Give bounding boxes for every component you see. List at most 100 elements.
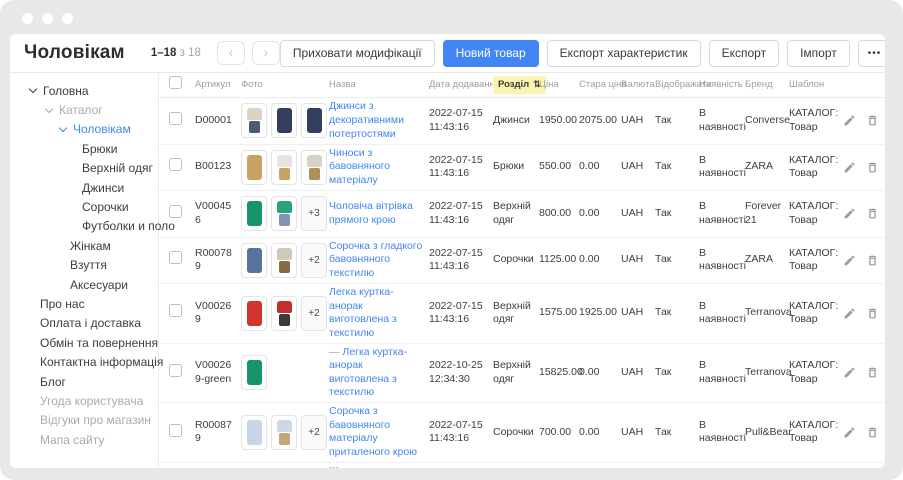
garment-shape bbox=[277, 108, 292, 133]
product-link[interactable]: Чоловіча вітрівка прямого крою bbox=[329, 200, 413, 226]
column-header[interactable]: Ціна bbox=[539, 79, 579, 91]
row-checkbox[interactable] bbox=[169, 158, 182, 171]
row-checkbox[interactable] bbox=[169, 205, 182, 218]
column-header[interactable]: Назва bbox=[329, 79, 429, 91]
product-photo[interactable] bbox=[271, 243, 297, 278]
select-all-checkbox[interactable] bbox=[169, 76, 182, 89]
row-checkbox[interactable] bbox=[169, 251, 182, 264]
more-photos-badge[interactable]: +2 bbox=[301, 296, 327, 331]
pencil-icon[interactable] bbox=[843, 114, 856, 127]
sidebar-item-8[interactable]: Жінкам bbox=[10, 236, 158, 255]
window-minimize-button[interactable] bbox=[42, 13, 53, 24]
product-photo[interactable] bbox=[241, 296, 267, 331]
trash-icon[interactable] bbox=[866, 426, 879, 439]
sidebar-item-11[interactable]: Про нас bbox=[10, 294, 158, 313]
pencil-icon[interactable] bbox=[843, 161, 856, 174]
product-photo[interactable] bbox=[301, 150, 327, 185]
product-link[interactable]: Чиноси з бавовняного матеріалу bbox=[329, 147, 390, 186]
product-photo[interactable] bbox=[271, 103, 297, 138]
sidebar-item-7[interactable]: Футболки и поло bbox=[10, 217, 158, 236]
trash-icon[interactable] bbox=[866, 254, 879, 267]
row-checkbox[interactable] bbox=[169, 112, 182, 125]
column-header[interactable]: Розділ⇅ bbox=[493, 76, 539, 94]
garment-shape bbox=[247, 360, 262, 385]
sidebar-item-1[interactable]: Каталог bbox=[10, 100, 158, 119]
window-maximize-button[interactable] bbox=[62, 13, 73, 24]
row-checkbox-cell bbox=[169, 364, 195, 382]
column-header[interactable]: Артикул bbox=[195, 79, 241, 91]
product-link[interactable]: Штани з бавовняного матеріалу прямого кр… bbox=[329, 465, 420, 468]
pencil-icon[interactable] bbox=[843, 366, 856, 379]
sidebar-item-18[interactable]: Мапа сайту bbox=[10, 430, 158, 449]
pagination-info: 1–18 з 18 bbox=[151, 47, 201, 59]
column-header[interactable]: Шаблон bbox=[789, 79, 843, 91]
row-checkbox[interactable] bbox=[169, 364, 182, 377]
sidebar-item-10[interactable]: Аксесуари bbox=[10, 275, 158, 294]
sidebar-item-9[interactable]: Взуття bbox=[10, 256, 158, 275]
column-header[interactable]: Наявність bbox=[699, 79, 745, 91]
new-product-button[interactable]: Новий товар bbox=[443, 40, 539, 67]
product-link[interactable]: Легка куртка-анорак виготовлена з тексти… bbox=[329, 286, 397, 339]
row-checkbox[interactable] bbox=[169, 304, 182, 317]
prev-page-button[interactable]: ‹ bbox=[217, 41, 245, 65]
sidebar-item-0[interactable]: Головна bbox=[10, 81, 158, 100]
trash-icon[interactable] bbox=[866, 307, 879, 320]
sidebar-item-15[interactable]: Блог bbox=[10, 372, 158, 391]
photos-cell: +3 bbox=[241, 196, 329, 231]
product-photo[interactable] bbox=[241, 150, 267, 185]
product-photo[interactable] bbox=[241, 196, 267, 231]
trash-icon[interactable] bbox=[866, 114, 879, 127]
hide-modifications-button[interactable]: Приховати модифікації bbox=[280, 40, 435, 67]
product-photo[interactable] bbox=[271, 415, 297, 450]
sidebar-item-2[interactable]: Чоловікам bbox=[10, 120, 158, 139]
table-body: D00001Джинси з декоративними потертостям… bbox=[159, 98, 885, 468]
product-photo[interactable] bbox=[241, 243, 267, 278]
pencil-icon[interactable] bbox=[843, 254, 856, 267]
sidebar-item-4[interactable]: Верхній одяг bbox=[10, 159, 158, 178]
column-header[interactable]: Валюта bbox=[621, 79, 655, 91]
trash-icon[interactable] bbox=[866, 366, 879, 379]
product-photo[interactable] bbox=[271, 150, 297, 185]
template-cell: КАТАЛОГ: Товар bbox=[789, 107, 843, 134]
column-header[interactable]: Фото bbox=[241, 79, 329, 91]
sidebar-item-12[interactable]: Оплата і доставка bbox=[10, 314, 158, 333]
product-link[interactable]: Джинси з декоративними потертостями bbox=[329, 100, 404, 139]
product-photo[interactable] bbox=[301, 103, 327, 138]
window-close-button[interactable] bbox=[22, 13, 33, 24]
sidebar-item-3[interactable]: Брюки bbox=[10, 139, 158, 158]
product-link[interactable]: Сорочка з бавовняного матеріалу притален… bbox=[329, 405, 417, 458]
sidebar-item-6[interactable]: Сорочки bbox=[10, 197, 158, 216]
column-header[interactable]: Бренд bbox=[745, 79, 789, 91]
column-header[interactable]: Дата додавання bbox=[429, 79, 493, 91]
product-photo[interactable] bbox=[241, 103, 267, 138]
product-photo[interactable] bbox=[241, 415, 267, 450]
name-cell: Сорочка з гладкого бавовняного текстилю bbox=[329, 240, 429, 281]
column-header[interactable]: Стара ціна bbox=[579, 79, 621, 91]
column-header-label: Стара ціна bbox=[579, 79, 627, 91]
product-photo[interactable] bbox=[241, 355, 267, 390]
import-button[interactable]: Імпорт bbox=[787, 40, 850, 67]
next-page-button[interactable]: › bbox=[252, 41, 280, 65]
pencil-icon[interactable] bbox=[843, 307, 856, 320]
more-photos-badge[interactable]: +2 bbox=[301, 243, 327, 278]
product-link[interactable]: Сорочка з гладкого бавовняного текстилю bbox=[329, 240, 422, 279]
sidebar-item-16[interactable]: Угода користувача bbox=[10, 391, 158, 410]
export-button[interactable]: Експорт bbox=[709, 40, 779, 67]
pencil-icon[interactable] bbox=[843, 207, 856, 220]
row-checkbox[interactable] bbox=[169, 424, 182, 437]
more-photos-badge[interactable]: +3 bbox=[301, 196, 327, 231]
sidebar-item-label: Обмін та повернення bbox=[40, 336, 158, 350]
more-photos-badge[interactable]: +2 bbox=[301, 415, 327, 450]
trash-icon[interactable] bbox=[866, 161, 879, 174]
sidebar-item-13[interactable]: Обмін та повернення bbox=[10, 333, 158, 352]
trash-icon[interactable] bbox=[866, 207, 879, 220]
sidebar-item-17[interactable]: Відгуки про магазин bbox=[10, 411, 158, 430]
column-header[interactable]: Відображати bbox=[655, 79, 699, 91]
more-actions-button[interactable]: ••• bbox=[858, 40, 885, 67]
product-photo[interactable] bbox=[271, 196, 297, 231]
product-photo[interactable] bbox=[271, 296, 297, 331]
sidebar-item-14[interactable]: Контактна інформація bbox=[10, 352, 158, 371]
export-characteristics-button[interactable]: Експорт характеристик bbox=[547, 40, 701, 67]
sidebar-item-5[interactable]: Джинси bbox=[10, 178, 158, 197]
pencil-icon[interactable] bbox=[843, 426, 856, 439]
